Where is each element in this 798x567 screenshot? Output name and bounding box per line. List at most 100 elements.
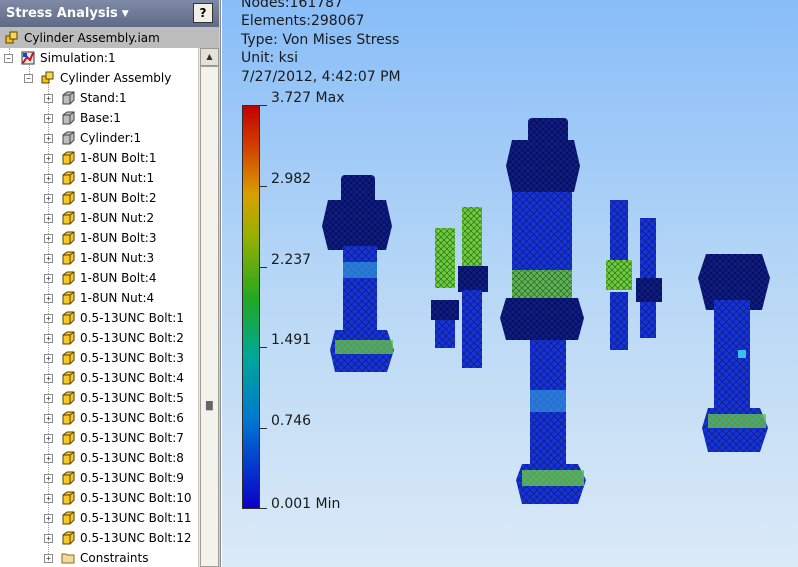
graphics-viewport[interactable]: Nodes:161787 Elements:298067 Type: Von M… xyxy=(222,0,798,567)
bolt-small-right[interactable] xyxy=(606,200,632,350)
chevron-down-icon[interactable]: ▼ xyxy=(122,9,129,19)
tree-item[interactable]: +0.5-13UNC Bolt:6 xyxy=(44,408,184,428)
tree-item-label[interactable]: 0.5-13UNC Bolt:11 xyxy=(80,511,192,525)
tree-item-label[interactable]: 1-8UN Bolt:2 xyxy=(80,191,156,205)
root-assembly-row[interactable]: Cylinder Assembly.iam xyxy=(0,27,219,48)
tree-item[interactable]: − Cylinder Assembly xyxy=(24,68,171,88)
expand-icon[interactable]: + xyxy=(44,313,53,323)
tree-item-label[interactable]: Base:1 xyxy=(80,111,121,125)
expand-icon[interactable]: + xyxy=(44,533,53,543)
tree-item-label[interactable]: Constraints xyxy=(80,551,148,565)
tree-item-label[interactable]: 1-8UN Bolt:3 xyxy=(80,231,156,245)
expand-icon[interactable]: + xyxy=(44,473,53,483)
expand-icon[interactable]: + xyxy=(44,133,53,143)
expand-icon[interactable]: + xyxy=(44,453,53,463)
part-yellow-icon xyxy=(62,431,75,445)
expand-icon[interactable]: + xyxy=(44,273,53,283)
tree-item[interactable]: +1-8UN Nut:2 xyxy=(44,208,154,228)
stress-result-model[interactable] xyxy=(222,0,798,567)
expand-icon[interactable]: + xyxy=(44,293,53,303)
tree-item[interactable]: + Cylinder:1 xyxy=(44,128,141,148)
expand-icon[interactable]: + xyxy=(44,113,53,123)
help-button[interactable]: ? xyxy=(193,3,213,23)
tree-item[interactable]: + Constraints xyxy=(44,548,148,567)
tree-item-label[interactable]: 0.5-13UNC Bolt:2 xyxy=(80,331,184,345)
tree-item-label[interactable]: Cylinder:1 xyxy=(80,131,141,145)
tree-item[interactable]: +0.5-13UNC Bolt:11 xyxy=(44,508,192,528)
tree-item-label[interactable]: 0.5-13UNC Bolt:1 xyxy=(80,311,184,325)
tree-item[interactable]: + Base:1 xyxy=(44,108,121,128)
expand-icon[interactable]: + xyxy=(44,493,53,503)
tree-item[interactable]: +0.5-13UNC Bolt:1 xyxy=(44,308,184,328)
tree-item-label[interactable]: 0.5-13UNC Bolt:12 xyxy=(80,531,192,545)
expand-icon[interactable]: + xyxy=(44,253,53,263)
tree-item-label[interactable]: 1-8UN Bolt:4 xyxy=(80,271,156,285)
tree-item-label[interactable]: 0.5-13UNC Bolt:6 xyxy=(80,411,184,425)
expand-icon[interactable]: + xyxy=(44,93,53,103)
tree-item[interactable]: +1-8UN Nut:1 xyxy=(44,168,154,188)
tree-item-label[interactable]: Cylinder Assembly xyxy=(60,71,171,85)
tree-item-label[interactable]: 0.5-13UNC Bolt:8 xyxy=(80,451,184,465)
tree-item-label[interactable]: 0.5-13UNC Bolt:3 xyxy=(80,351,184,365)
panel-title[interactable]: Stress Analysis xyxy=(6,6,118,21)
tree-item-label[interactable]: 0.5-13UNC Bolt:7 xyxy=(80,431,184,445)
tree-item[interactable]: + Stand:1 xyxy=(44,88,127,108)
part-yellow-icon xyxy=(62,451,75,465)
tree-item[interactable]: +0.5-13UNC Bolt:8 xyxy=(44,448,184,468)
expand-icon[interactable]: + xyxy=(44,233,53,243)
tree-item[interactable]: +0.5-13UNC Bolt:4 xyxy=(44,368,184,388)
scroll-up-button[interactable]: ▲ xyxy=(200,48,219,66)
collapse-icon[interactable]: − xyxy=(24,73,33,83)
tree-item[interactable]: +0.5-13UNC Bolt:12 xyxy=(44,528,192,548)
expand-icon[interactable]: + xyxy=(44,333,53,343)
bolt-small-far-right[interactable] xyxy=(636,218,662,338)
tree-item[interactable]: +1-8UN Bolt:3 xyxy=(44,228,156,248)
collapse-icon[interactable]: − xyxy=(4,53,13,63)
tree-item-label[interactable]: Simulation:1 xyxy=(40,51,116,65)
tree-item[interactable]: +0.5-13UNC Bolt:10 xyxy=(44,488,192,508)
tree-item-label[interactable]: 1-8UN Nut:3 xyxy=(80,251,154,265)
tree-item-label[interactable]: 1-8UN Nut:4 xyxy=(80,291,154,305)
expand-icon[interactable]: + xyxy=(44,413,53,423)
tree-item[interactable]: +1-8UN Bolt:2 xyxy=(44,188,156,208)
tree-item[interactable]: +0.5-13UNC Bolt:2 xyxy=(44,328,184,348)
expand-icon[interactable]: + xyxy=(44,393,53,403)
bolt-center-tall[interactable] xyxy=(500,118,586,504)
root-assembly-label[interactable]: Cylinder Assembly.iam xyxy=(24,31,160,45)
tree-item[interactable]: − Simulation:1 xyxy=(4,48,116,68)
expand-icon[interactable]: + xyxy=(44,433,53,443)
tree-item[interactable]: +1-8UN Bolt:4 xyxy=(44,268,156,288)
bolt-right[interactable] xyxy=(698,254,770,452)
scroll-thumb[interactable]: ▬ ▬ ▬ xyxy=(200,66,219,567)
expand-icon[interactable]: + xyxy=(44,553,53,563)
tree-item[interactable]: +0.5-13UNC Bolt:9 xyxy=(44,468,184,488)
tree-item[interactable]: +1-8UN Nut:3 xyxy=(44,248,154,268)
tree-scrollbar[interactable]: ▲ ▬ ▬ ▬ xyxy=(198,48,219,567)
model-tree[interactable]: − Simulation:1− Cylinder Assembly + Stand:1 +… xyxy=(0,48,198,567)
expand-icon[interactable]: + xyxy=(44,193,53,203)
tree-item[interactable]: +0.5-13UNC Bolt:3 xyxy=(44,348,184,368)
bolt-small-mid[interactable] xyxy=(458,207,488,368)
tree-item[interactable]: +0.5-13UNC Bolt:7 xyxy=(44,428,184,448)
part-grey-icon xyxy=(62,131,75,145)
expand-icon[interactable]: + xyxy=(44,153,53,163)
expand-icon[interactable]: + xyxy=(44,213,53,223)
tree-item-label[interactable]: 0.5-13UNC Bolt:10 xyxy=(80,491,192,505)
expand-icon[interactable]: + xyxy=(44,173,53,183)
browser-header[interactable]: Stress Analysis ▼ ? xyxy=(0,0,219,27)
tree-item-label[interactable]: 1-8UN Nut:2 xyxy=(80,211,154,225)
bolt-left[interactable] xyxy=(322,175,394,372)
bolt-small-left[interactable] xyxy=(431,228,459,348)
tree-item[interactable]: +1-8UN Nut:4 xyxy=(44,288,154,308)
tree-item-label[interactable]: 1-8UN Bolt:1 xyxy=(80,151,156,165)
tree-item-label[interactable]: Stand:1 xyxy=(80,91,127,105)
tree-item-label[interactable]: 1-8UN Nut:1 xyxy=(80,171,154,185)
tree-item[interactable]: +0.5-13UNC Bolt:5 xyxy=(44,388,184,408)
expand-icon[interactable]: + xyxy=(44,353,53,363)
tree-item-label[interactable]: 0.5-13UNC Bolt:9 xyxy=(80,471,184,485)
expand-icon[interactable]: + xyxy=(44,513,53,523)
tree-item[interactable]: +1-8UN Bolt:1 xyxy=(44,148,156,168)
tree-item-label[interactable]: 0.5-13UNC Bolt:5 xyxy=(80,391,184,405)
tree-item-label[interactable]: 0.5-13UNC Bolt:4 xyxy=(80,371,184,385)
expand-icon[interactable]: + xyxy=(44,373,53,383)
